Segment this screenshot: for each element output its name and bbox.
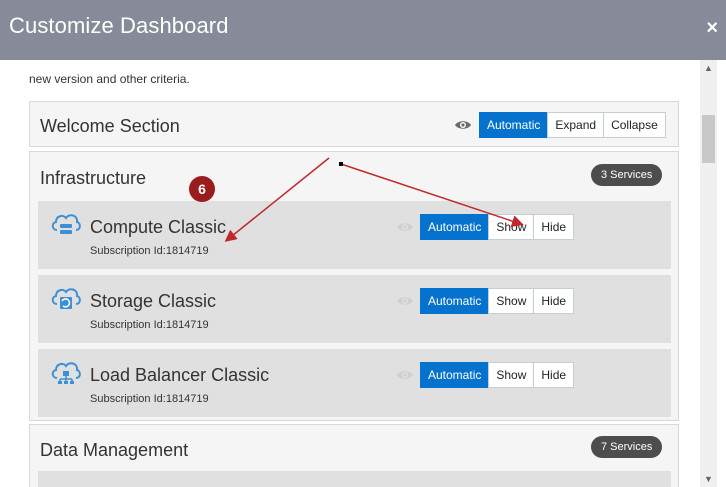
subscription-id-label: Subscription Id: — [90, 245, 166, 257]
automatic-button[interactable]: Automatic — [420, 362, 490, 388]
services-count-badge: 7 Services — [591, 436, 663, 458]
dialog-edge — [717, 60, 726, 487]
services-count-badge: 3 Services — [591, 164, 663, 186]
subscription-id: Subscription Id:1814719 — [90, 393, 209, 405]
hide-button[interactable]: Hide — [533, 214, 575, 240]
compute-cloud-icon — [51, 214, 81, 234]
service-name: Load Balancer Classic — [90, 365, 270, 385]
eye-icon[interactable] — [396, 295, 414, 307]
scroll-down-icon[interactable]: ▼ — [704, 474, 713, 484]
scroll-up-icon[interactable]: ▲ — [704, 63, 713, 73]
eye-icon[interactable] — [396, 221, 414, 233]
dialog-content: new version and other criteria. Welcome … — [0, 60, 700, 487]
subscription-id: Subscription Id:1814719 — [90, 245, 209, 257]
subscription-id-value: 1814719 — [165, 319, 209, 331]
service-name: Compute Classic — [90, 217, 227, 237]
eye-icon[interactable] — [454, 119, 472, 131]
subscription-id: Subscription Id:1814719 — [90, 319, 209, 331]
service-row-storage: Storage Classic Subscription Id:1814719 … — [38, 275, 671, 343]
subscription-id-label: Subscription Id: — [90, 393, 166, 405]
service-display-mode-group: Automatic Show Hide — [420, 362, 575, 388]
show-button[interactable]: Show — [488, 214, 535, 240]
service-row-partial — [38, 471, 671, 487]
show-button[interactable]: Show — [488, 362, 535, 388]
collapse-button[interactable]: Collapse — [603, 112, 666, 138]
eye-icon[interactable] — [396, 369, 414, 381]
load-balancer-cloud-icon — [51, 362, 81, 384]
hide-button[interactable]: Hide — [533, 362, 575, 388]
welcome-section-title: Welcome Section — [40, 116, 180, 136]
show-button[interactable]: Show — [488, 288, 535, 314]
subscription-id-label: Subscription Id: — [90, 319, 166, 331]
vertical-scrollbar[interactable]: ▲ ▼ — [700, 60, 717, 487]
infrastructure-title: Infrastructure — [40, 168, 147, 188]
data-management-panel: Data Management 7 Services — [29, 424, 679, 487]
welcome-display-mode-group: Automatic Expand Collapse — [479, 112, 666, 138]
dialog-title-bar: Customize Dashboard × — [0, 0, 726, 60]
expand-button[interactable]: Expand — [547, 112, 605, 138]
service-row-load-balancer: Load Balancer Classic Subscription Id:18… — [38, 349, 671, 417]
welcome-section-panel: Welcome Section Automatic Expand Collaps… — [29, 101, 679, 147]
close-icon[interactable]: × — [706, 18, 718, 38]
hide-button[interactable]: Hide — [533, 288, 575, 314]
step-number-marker: 6 — [189, 176, 215, 202]
automatic-button[interactable]: Automatic — [420, 214, 490, 240]
service-display-mode-group: Automatic Show Hide — [420, 288, 575, 314]
intro-text: new version and other criteria. — [29, 72, 190, 86]
dialog-title: Customize Dashboard — [9, 13, 229, 38]
service-display-mode-group: Automatic Show Hide — [420, 214, 575, 240]
service-row-compute: Compute Classic Subscription Id:1814719 … — [38, 201, 671, 269]
subscription-id-value: 1814719 — [165, 393, 209, 405]
storage-cloud-icon — [51, 288, 81, 309]
service-name: Storage Classic — [90, 291, 217, 311]
subscription-id-value: 1814719 — [165, 245, 209, 257]
scrollbar-thumb[interactable] — [702, 115, 715, 163]
automatic-button[interactable]: Automatic — [420, 288, 490, 314]
automatic-button[interactable]: Automatic — [479, 112, 549, 138]
data-management-title: Data Management — [40, 440, 189, 460]
